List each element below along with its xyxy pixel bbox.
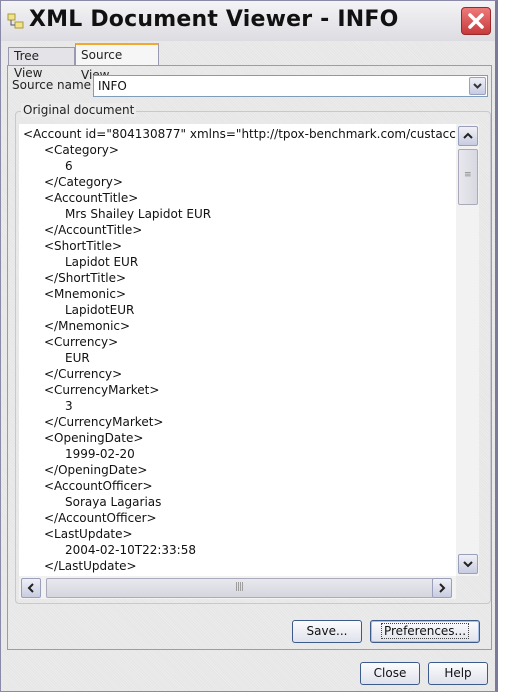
close-icon xyxy=(468,13,484,29)
xml-document-viewer-window: XML Document Viewer - INFO Tree View Sou… xyxy=(0,0,498,692)
xml-source-line: </CurrencyMarket> xyxy=(44,415,164,429)
window-title: XML Document Viewer - INFO xyxy=(29,7,399,32)
title-bar[interactable]: XML Document Viewer - INFO xyxy=(1,1,495,41)
xml-source-line: <OpeningDate> xyxy=(44,431,144,445)
chevron-up-icon xyxy=(463,132,473,139)
close-window-button[interactable] xyxy=(461,7,491,35)
save-button[interactable]: Save... xyxy=(292,620,362,643)
vertical-scrollbar[interactable]: ≡ xyxy=(456,124,479,576)
xml-source-line: Mrs Shailey Lapidot EUR xyxy=(65,207,212,221)
xml-source-line: EUR xyxy=(65,351,90,365)
xml-source-line: </Currency> xyxy=(44,367,123,381)
xml-source-line: <Currency> xyxy=(44,335,119,349)
xml-source-line: Lapidot EUR xyxy=(65,255,139,269)
xml-source-line: </LastUpdate> xyxy=(44,559,137,573)
horizontal-scrollbar[interactable]: |||| xyxy=(19,576,456,599)
preferences-button[interactable]: Preferences... xyxy=(370,620,480,643)
xml-source-text-area[interactable]: <Account id="804130877" xmlns="http://tp… xyxy=(19,124,456,576)
source-name-label: Source name xyxy=(12,78,92,92)
grip-icon: ≡ xyxy=(464,170,472,180)
xml-source-line: Soraya Lagarias xyxy=(65,495,162,509)
xml-source-line: <ShortTitle> xyxy=(44,239,123,253)
xml-source-line: <Mnemonic> xyxy=(44,287,127,301)
xml-source-line: </AccountTitle> xyxy=(44,223,143,237)
xml-source-line: </Mnemonic> xyxy=(44,319,131,333)
tab-source-view[interactable]: Source View xyxy=(75,43,159,82)
scroll-right-button[interactable] xyxy=(432,578,452,598)
close-button[interactable]: Close xyxy=(360,662,420,685)
tab-tree-view[interactable]: Tree View xyxy=(8,47,75,80)
horizontal-scroll-thumb[interactable]: |||| xyxy=(46,578,434,598)
scroll-left-button[interactable] xyxy=(21,578,41,598)
xml-source-line: </ShortTitle> xyxy=(44,271,127,285)
xml-source-line: <Category> xyxy=(44,143,119,157)
xml-source-line: 1999-02-20 xyxy=(65,447,135,461)
xml-tree-icon xyxy=(7,13,25,31)
vertical-scroll-thumb[interactable]: ≡ xyxy=(458,149,478,205)
source-name-dropdown-button[interactable] xyxy=(469,77,486,95)
source-name-value: INFO xyxy=(98,79,127,93)
preferences-button-label: Preferences... xyxy=(380,623,470,639)
xml-source-line: <Account id="804130877" xmlns="http://tp… xyxy=(23,127,456,141)
xml-source-line: 3 xyxy=(65,399,73,413)
xml-source-line: 6 xyxy=(65,159,73,173)
xml-source-line: LapidotEUR xyxy=(65,303,135,317)
scroll-down-button[interactable] xyxy=(458,554,478,574)
chevron-right-icon xyxy=(439,583,446,593)
xml-source-line: </OpeningDate> xyxy=(44,463,148,477)
xml-source-line: <AccountTitle> xyxy=(44,191,139,205)
help-button[interactable]: Help xyxy=(428,662,488,685)
scroll-up-button[interactable] xyxy=(458,126,478,146)
xml-source-line: 2004-02-10T22:33:58 xyxy=(65,543,196,557)
source-name-select[interactable]: INFO xyxy=(93,75,488,97)
xml-source-line: <LastUpdate> xyxy=(44,527,133,541)
xml-source-line: <CurrencyMarket> xyxy=(44,383,160,397)
chevron-left-icon xyxy=(27,583,34,593)
grip-icon: |||| xyxy=(235,582,244,592)
xml-source-line: </Category> xyxy=(44,175,123,189)
chevron-down-icon xyxy=(473,83,482,89)
xml-source-line: </AccountOfficer> xyxy=(44,511,157,525)
original-document-label: Original document xyxy=(21,103,137,117)
chevron-down-icon xyxy=(463,561,473,568)
xml-source-line: <AccountOfficer> xyxy=(44,479,153,493)
